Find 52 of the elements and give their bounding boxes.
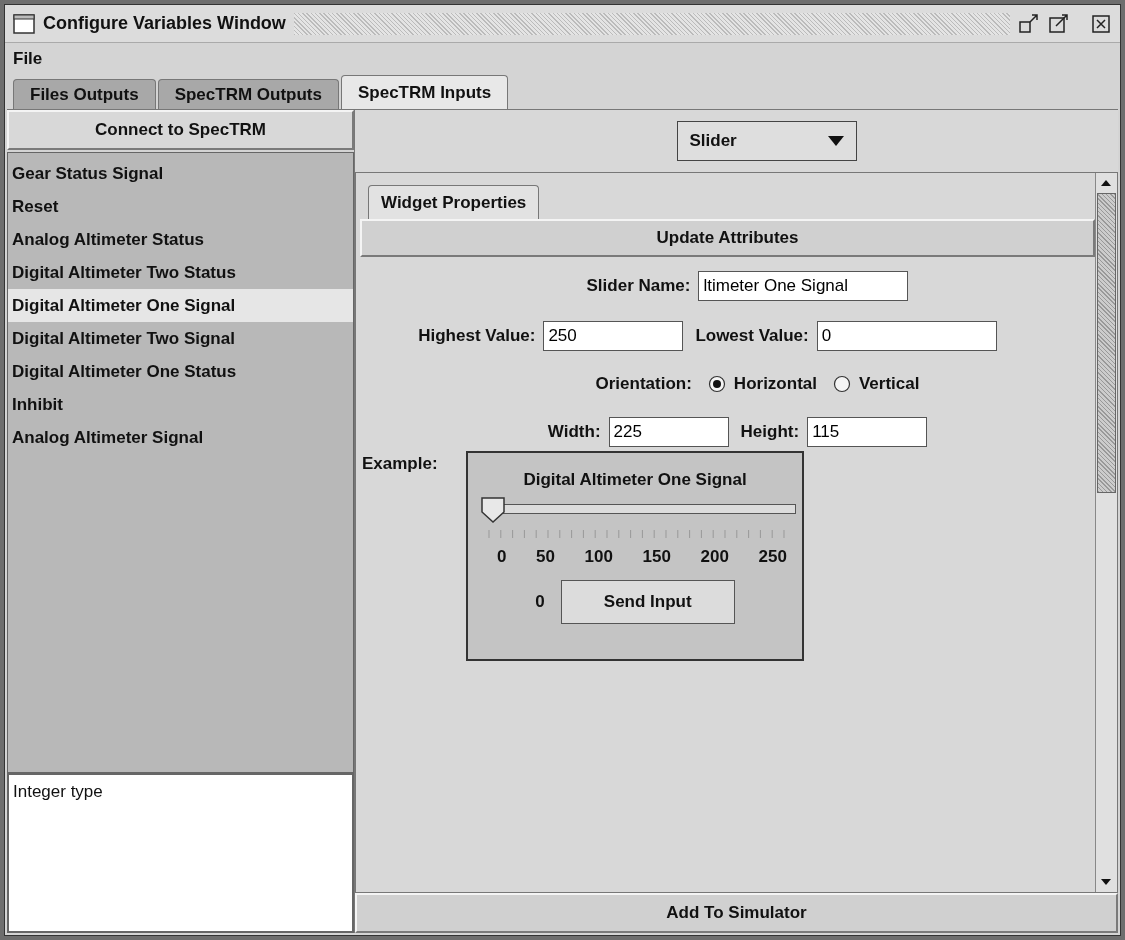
add-to-simulator-button[interactable]: Add To Simulator xyxy=(355,893,1118,933)
connect-button[interactable]: Connect to SpecTRM xyxy=(7,110,354,150)
send-input-button[interactable]: Send Input xyxy=(560,579,735,624)
text-field[interactable]: 115 xyxy=(807,416,928,447)
list-item[interactable]: Digital Altimeter Two Signal xyxy=(8,322,353,355)
radio-option[interactable]: Vertical xyxy=(832,371,920,397)
description-area[interactable]: Integer type xyxy=(7,773,354,933)
tick-label: 50 xyxy=(536,546,555,568)
list-item[interactable]: Reset xyxy=(8,190,353,223)
slider-track[interactable] xyxy=(480,496,796,524)
window-title: Configure Variables Window xyxy=(43,12,286,35)
orientation-label: Orientation: xyxy=(595,373,692,395)
list-item[interactable]: Digital Altimeter Two Status xyxy=(8,256,353,289)
text-field[interactable]: 250 xyxy=(543,321,684,351)
field-label: Lowest Value: xyxy=(695,325,809,348)
field-label: Highest Value: xyxy=(418,325,536,348)
widget-type-dropdown[interactable]: Slider xyxy=(676,121,857,161)
list-item[interactable]: Gear Status Signal xyxy=(8,157,353,190)
field-label: Slider Name: xyxy=(586,275,691,298)
list-item[interactable]: Analog Altimeter Status xyxy=(8,223,353,256)
tab[interactable]: Widget Properties xyxy=(368,185,540,219)
restore-icon[interactable] xyxy=(1018,13,1040,34)
close-icon[interactable] xyxy=(1090,13,1112,34)
dropdown-caret-icon xyxy=(827,136,844,146)
window-icon xyxy=(13,13,35,34)
tick-label: 100 xyxy=(584,546,613,568)
update-attributes-button[interactable]: Update Attributes xyxy=(360,219,1095,257)
field-label: Width: xyxy=(547,420,601,443)
text-field[interactable]: 225 xyxy=(608,416,729,447)
text-field[interactable]: 0 xyxy=(816,321,997,351)
tab[interactable]: SpecTRM Outputs xyxy=(157,79,339,109)
list-item[interactable]: Inhibit xyxy=(8,388,353,421)
maximize-icon[interactable] xyxy=(1048,13,1070,34)
scroll-thumb[interactable] xyxy=(1097,193,1116,493)
tab[interactable]: SpecTRM Inputs xyxy=(340,75,509,109)
scrollbar[interactable] xyxy=(1095,173,1117,892)
tick-label: 0 xyxy=(497,546,507,568)
list-item[interactable]: Analog Altimeter Signal xyxy=(8,421,353,454)
field-label: Height: xyxy=(740,420,800,443)
radio-option[interactable]: Horizontal xyxy=(707,371,817,397)
list-item[interactable]: Digital Altimeter One Status xyxy=(8,355,353,388)
list-item[interactable]: Digital Altimeter One Signal xyxy=(8,289,353,322)
tick-label: 150 xyxy=(642,546,671,568)
slider-value: 0 xyxy=(535,590,545,613)
slider-thumb[interactable] xyxy=(480,496,506,524)
slider-title: Digital Altimeter One Signal xyxy=(523,468,747,491)
text-field[interactable]: ltimeter One Signal xyxy=(698,271,909,301)
tick-label: 250 xyxy=(758,546,787,568)
menu-item[interactable]: File xyxy=(13,46,43,72)
example-label: Example: xyxy=(361,452,439,475)
tick-label: 200 xyxy=(700,546,729,568)
tab[interactable]: Files Outputs xyxy=(13,79,156,109)
